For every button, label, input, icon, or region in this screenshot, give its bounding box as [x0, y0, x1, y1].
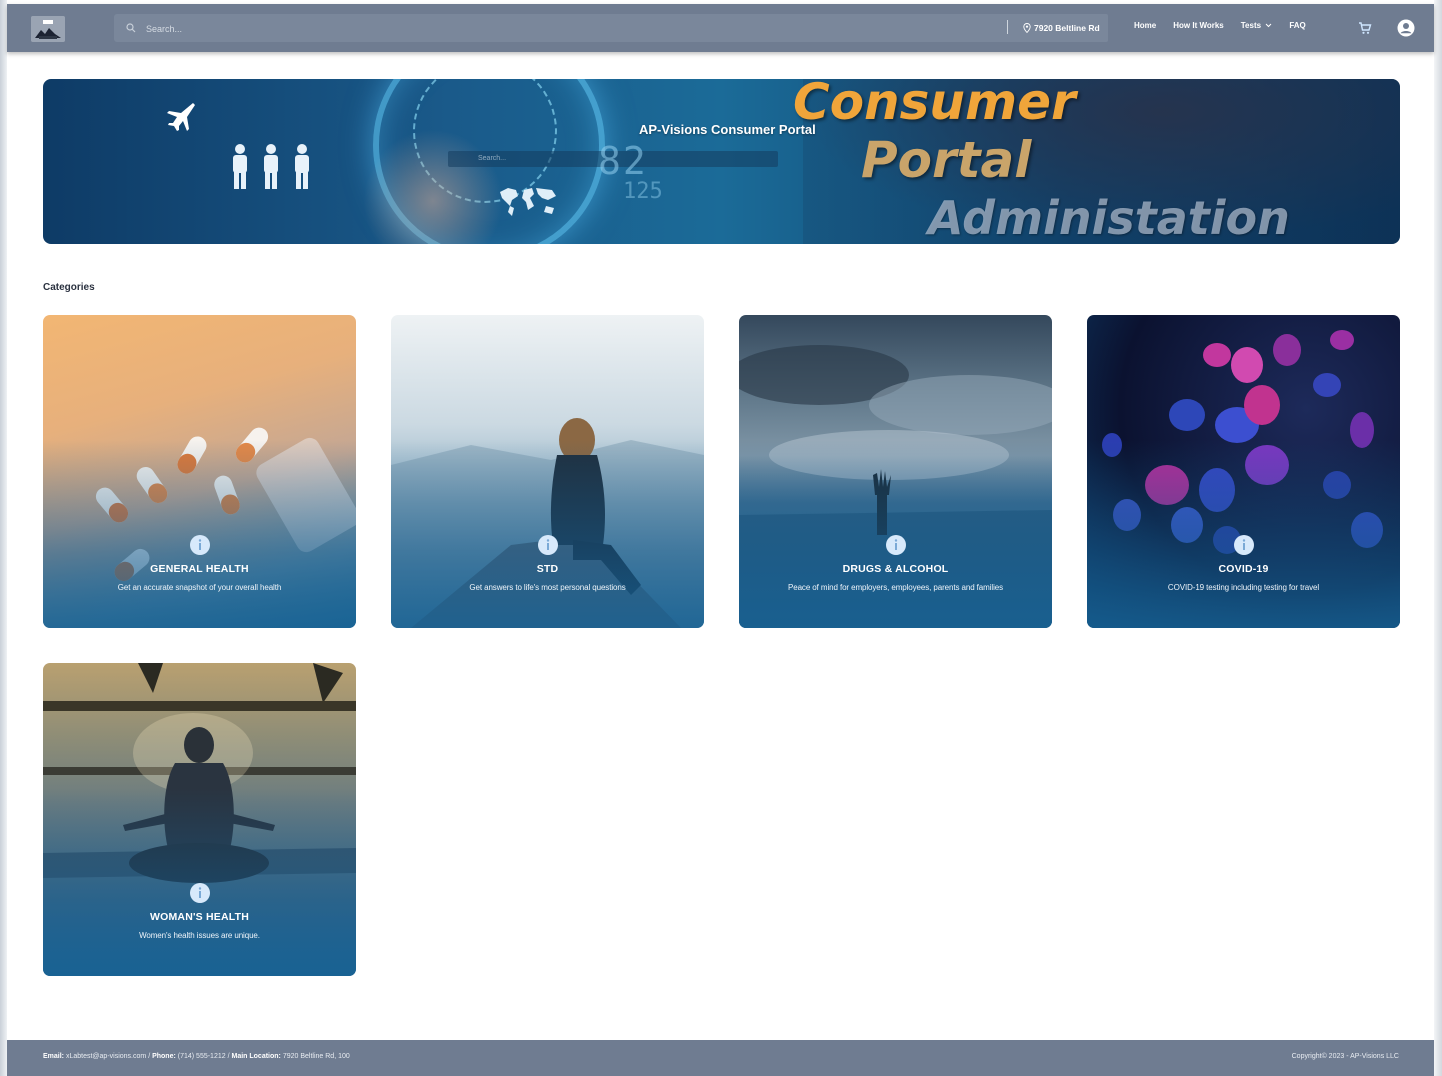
footer-contact: Email: xLabtest@ap-visions.com / Phone: … — [43, 1053, 350, 1060]
cart-icon[interactable] — [1357, 20, 1373, 36]
hero-banner: Search... 82 125 AP-Visions Consumer Por… — [43, 79, 1400, 244]
people-icon — [233, 144, 309, 189]
hero-heading-portal: Portal — [861, 131, 1032, 189]
card-description: Get answers to life's most personal ques… — [469, 583, 626, 592]
page: 7920 Beltline Rd Home How It Works Tests… — [0, 0, 1442, 1076]
category-card-covid-19[interactable]: COVID-19 COVID-19 testing including test… — [1087, 315, 1400, 628]
hero-title: AP-Visions Consumer Portal — [639, 122, 816, 137]
card-title: STD — [536, 563, 559, 575]
top-navbar: 7920 Beltline Rd Home How It Works Tests… — [7, 4, 1434, 52]
category-card-std[interactable]: STD Get answers to life's most personal … — [391, 315, 704, 628]
chevron-down-icon — [1265, 24, 1272, 28]
card-title: COVID-19 — [1218, 563, 1269, 575]
hero-hand-image — [363, 129, 503, 244]
footer-phone[interactable]: (714) 555-1212 — [178, 1053, 226, 1060]
nav-tests-label: Tests — [1240, 21, 1262, 30]
window-edge-left — [0, 0, 7, 1076]
card-title: GENERAL HEALTH — [150, 563, 249, 575]
footer-email[interactable]: xLabtest@ap-visions.com — [66, 1053, 146, 1060]
airplane-icon — [167, 103, 195, 131]
nav-home-link[interactable]: Home — [1134, 21, 1156, 30]
location-selector[interactable]: 7920 Beltline Rd — [1015, 14, 1108, 42]
card-description: Peace of mind for employers, employees, … — [788, 583, 1003, 592]
card-title: DRUGS & ALCOHOL — [842, 563, 949, 575]
info-icon — [885, 535, 906, 555]
info-icon — [537, 535, 558, 555]
info-icon — [189, 883, 210, 903]
info-icon — [189, 535, 210, 555]
hero-digits-small: 125 — [623, 179, 663, 204]
search-icon — [126, 23, 136, 33]
search-bar — [114, 14, 1104, 42]
nav-tests-dropdown[interactable]: Tests — [1241, 21, 1273, 30]
footer-location-label: Main Location: — [231, 1053, 281, 1060]
logo-icon[interactable] — [31, 16, 65, 42]
nav-links: Home How It Works Tests FAQ — [1134, 21, 1306, 30]
window-edge-right — [1434, 0, 1442, 1076]
hero-digits-large: 82 — [598, 139, 648, 183]
card-title: WOMAN'S HEALTH — [149, 911, 249, 923]
info-icon — [1233, 535, 1254, 555]
hero-heading-administation: Administation — [928, 191, 1290, 244]
footer-copyright: Copyright© 2023 - AP-Visions LLC — [1291, 1053, 1399, 1060]
category-card-drugs-alcohol[interactable]: DRUGS & ALCOHOL Peace of mind for employ… — [739, 315, 1052, 628]
hero-heading-consumer: Consumer — [793, 79, 1076, 131]
location-label: 7920 Beltline Rd — [1034, 23, 1100, 33]
world-map-icon — [500, 188, 556, 216]
card-description: Get an accurate snapshot of your overall… — [117, 583, 282, 592]
nav-faq-link[interactable]: FAQ — [1289, 21, 1305, 30]
nav-how-it-works-link[interactable]: How It Works — [1173, 21, 1224, 30]
location-separator — [1007, 20, 1008, 34]
category-card-womans-health[interactable]: WOMAN'S HEALTH Women's health issues are… — [43, 663, 356, 976]
footer-email-label: Email: — [43, 1053, 65, 1060]
card-description: Women's health issues are unique. — [139, 931, 260, 940]
location-pin-icon — [1023, 23, 1031, 33]
footer-phone-label: Phone: — [152, 1053, 176, 1060]
category-card-general-health[interactable]: GENERAL HEALTH Get an accurate snapshot … — [43, 315, 356, 628]
footer-location: 7920 Beltline Rd, 100 — [282, 1053, 350, 1060]
categories-heading: Categories — [43, 282, 95, 293]
card-description: COVID-19 testing including testing for t… — [1167, 583, 1320, 592]
account-icon[interactable] — [1397, 19, 1415, 37]
footer: Email: xLabtest@ap-visions.com / Phone: … — [7, 1040, 1434, 1076]
search-input[interactable] — [144, 18, 1008, 40]
